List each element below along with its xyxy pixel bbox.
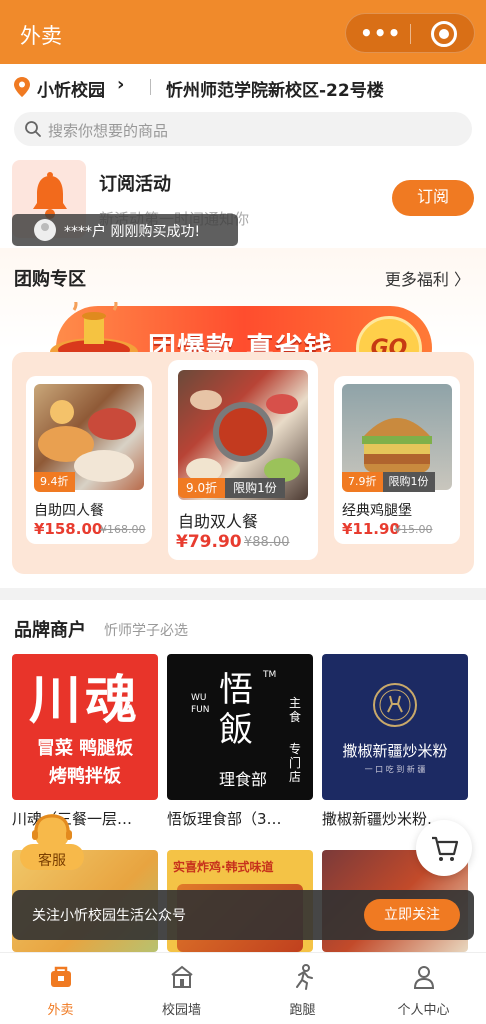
logo-small: 一 口 吃 到 新 疆 <box>364 765 426 774</box>
campus-wall-icon <box>171 965 193 988</box>
merchant-card[interactable]: 撒椒新疆炒米粉 一 口 吃 到 新 疆 撒椒新疆炒米粉… <box>322 654 468 829</box>
location-search-area: 小忻校园 › 忻州师范学院新校区-22号楼 搜索你想要的商品 <box>0 64 486 154</box>
delivery-address[interactable]: 忻州师范学院新校区-22号楼 <box>166 76 384 101</box>
campus-selector[interactable]: 小忻校园 <box>37 76 105 101</box>
discount-badge: 9.4折 <box>34 472 75 492</box>
merchant-name: 悟饭理食部（3… <box>167 810 282 828</box>
item-name: 经典鸡腿堡 <box>342 503 412 519</box>
cart-button[interactable] <box>416 820 472 876</box>
search-icon <box>25 121 41 137</box>
item-price: ¥11.90 <box>342 520 400 538</box>
discount-badge: 9.0折 <box>178 478 226 498</box>
merchant-logo: 川魂 冒菜 鸭腿饭 烤鸭拌饭 <box>12 654 158 800</box>
purchase-toast: ****户 刚刚购买成功! <box>12 214 238 246</box>
group-item-card[interactable]: 9.0折 限购1份 自助双人餐 ¥79.90 ¥88.00 <box>168 360 318 560</box>
deer-emblem-icon <box>373 683 417 727</box>
badge-row: 9.4折 <box>34 472 75 492</box>
banner-text: 实喜炸鸡·韩式味道 <box>173 860 274 874</box>
cart-icon <box>432 836 459 861</box>
limit-badge: 限购1份 <box>382 472 435 492</box>
customer-service-button[interactable]: 客服 <box>12 810 92 874</box>
merchant-card[interactable]: WU FUN TM 悟飯 理食部 主食 专门店 悟饭理食部（3… <box>167 654 313 829</box>
tab-errand[interactable]: 跑腿 <box>242 953 363 1024</box>
item-price: ¥79.90 <box>176 532 242 552</box>
tab-label: 跑腿 <box>289 1003 316 1018</box>
avatar <box>34 219 56 241</box>
logo-line: 理食部 <box>219 770 268 789</box>
section-subtitle: 忻师学子必选 <box>104 623 188 639</box>
tab-label: 校园墙 <box>161 1003 201 1018</box>
bottom-tab-bar: 外卖 校园墙 跑腿 个人中心 <box>0 952 486 1024</box>
subscribe-button[interactable]: 订阅 <box>392 180 474 216</box>
mini-program-capsule: ••• <box>345 13 475 53</box>
takeout-icon <box>51 966 71 987</box>
follow-official-account-bar: 关注小忻校园生活公众号 立即关注 <box>12 890 474 940</box>
logo-side: 专门店 <box>289 742 302 784</box>
logo-line: 冒菜 鸭腿饭 <box>36 738 134 759</box>
more-dots-icon[interactable]: ••• <box>360 22 400 44</box>
location-pin-icon <box>14 77 30 97</box>
merchant-card[interactable]: 川魂 冒菜 鸭腿饭 烤鸭拌饭 川魂（三餐一层… <box>12 654 158 829</box>
profile-icon <box>413 966 435 989</box>
logo-side: 主食 <box>289 696 302 724</box>
tab-takeout[interactable]: 外卖 <box>0 953 121 1024</box>
discount-badge: 7.9折 <box>342 472 383 492</box>
item-name: 自助双人餐 <box>178 512 259 531</box>
tab-campus-wall[interactable]: 校园墙 <box>121 953 242 1024</box>
tab-label: 个人中心 <box>397 1003 450 1018</box>
logo-small: WU FUN <box>191 693 210 715</box>
logo-line: 烤鸭拌饭 <box>49 766 121 787</box>
logo-main: 川魂 <box>28 671 141 731</box>
logo-main: 悟飯 <box>219 670 253 750</box>
merchant-logo: 撒椒新疆炒米粉 一 口 吃 到 新 疆 <box>322 654 468 800</box>
search-input[interactable]: 搜索你想要的商品 <box>14 112 472 146</box>
target-circle-icon[interactable] <box>431 21 457 47</box>
badge-row: 9.0折 限购1份 <box>178 478 285 498</box>
group-item-card[interactable]: 9.4折 自助四人餐 ¥158.00 ¥168.00 <box>26 376 152 544</box>
follow-text: 关注小忻校园生活公众号 <box>32 908 186 924</box>
logo-tm: TM <box>263 670 277 680</box>
divider <box>150 79 151 95</box>
capsule-divider <box>410 24 411 44</box>
toast-text: ****户 刚刚购买成功! <box>64 224 201 240</box>
item-name: 自助四人餐 <box>34 503 104 519</box>
badge-row: 7.9折 限购1份 <box>342 472 435 492</box>
group-item-card[interactable]: 7.9折 限购1份 经典鸡腿堡 ¥11.90 ¥15.00 <box>334 376 460 544</box>
page-title: 外卖 <box>20 24 62 48</box>
chevron-right-icon[interactable]: › <box>117 74 124 95</box>
item-original-price: ¥15.00 <box>394 523 433 536</box>
item-original-price: ¥168.00 <box>100 523 146 536</box>
item-original-price: ¥88.00 <box>244 535 290 550</box>
app-header: 外卖 ••• <box>0 0 486 64</box>
follow-button[interactable]: 立即关注 <box>364 899 460 931</box>
limit-badge: 限购1份 <box>225 478 285 498</box>
search-placeholder: 搜索你想要的商品 <box>48 122 169 140</box>
section-title: 团购专区 <box>14 269 86 290</box>
merchant-logo: WU FUN TM 悟飯 理食部 主食 专门店 <box>167 654 313 800</box>
tab-profile[interactable]: 个人中心 <box>363 953 484 1024</box>
service-label: 客服 <box>38 853 66 869</box>
runner-icon <box>296 964 313 990</box>
section-title: 品牌商户 <box>14 620 86 641</box>
tab-label: 外卖 <box>47 1003 74 1018</box>
more-benefits-link[interactable]: 更多福利 〉 <box>385 266 470 290</box>
logo-main: 撒椒新疆炒米粉 <box>342 742 448 760</box>
subscribe-title: 订阅活动 <box>99 174 171 195</box>
item-price: ¥158.00 <box>34 520 103 538</box>
